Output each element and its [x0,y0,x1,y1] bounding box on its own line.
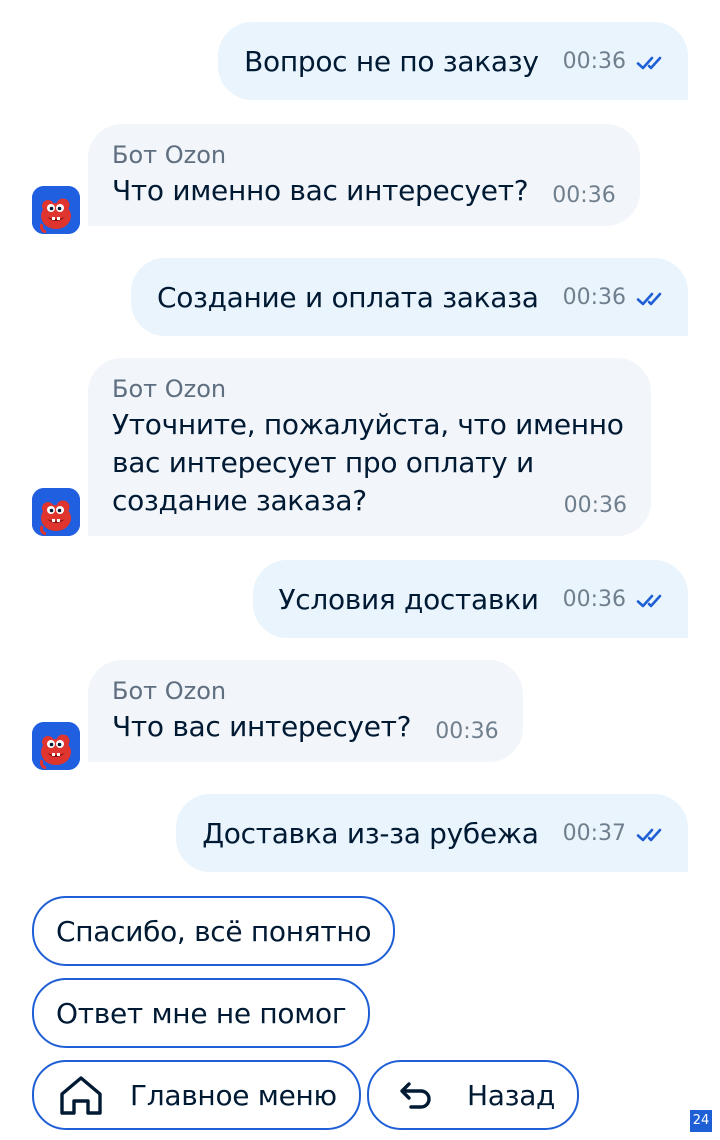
double-check-icon [636,827,664,843]
back-button[interactable]: Назад [367,1060,580,1130]
message-text: Условия доставки [278,582,539,616]
quick-reply-not-helped-button[interactable]: Ответ мне не помог [32,978,371,1048]
message-text: Уточните, пожалуйста, что именно вас инт… [112,408,624,517]
corner-badge: 24 [690,1110,712,1132]
bot-avatar-icon [32,488,80,536]
double-check-icon [636,55,664,71]
outgoing-message: Вопрос не по заказу 00:36 [218,22,688,100]
message-time: 00:36 [552,183,616,208]
sender-name: Бот Ozon [112,375,227,403]
incoming-message: Бот Ozon Что вас интересует? 00:36 [88,660,523,762]
button-label: Ответ мне не помог [56,996,347,1030]
double-check-icon [636,291,664,307]
message-time: 00:37 [562,820,626,846]
outgoing-message: Доставка из-за рубежа 00:37 [176,794,688,872]
outgoing-message: Условия доставки 00:36 [252,560,688,638]
sender-name: Бот Ozon [112,141,227,169]
incoming-message: Бот Ozon Уточните, пожалуйста, что именн… [88,358,652,536]
incoming-message: Бот Ozon Что именно вас интересует? 00:3… [88,124,640,226]
message-time: 00:36 [562,284,626,310]
double-check-icon [636,593,664,609]
message-time: 00:36 [562,48,626,74]
home-icon [58,1074,104,1116]
message-time: 00:36 [435,719,499,744]
bot-avatar-icon [32,186,80,234]
button-label: Главное меню [130,1078,337,1112]
bot-avatar-icon [32,722,80,770]
message-text: Создание и оплата заказа [156,280,539,314]
message-text: Что именно вас интересует? [112,174,529,207]
outgoing-message: Создание и оплата заказа 00:36 [130,258,688,336]
sender-name: Бот Ozon [112,677,227,705]
message-time: 00:36 [562,586,626,612]
back-arrow-icon [399,1080,433,1110]
button-label: Спасибо, всё понятно [56,914,372,948]
message-text: Что вас интересует? [112,710,412,743]
message-time: 00:36 [563,493,628,518]
message-text: Вопрос не по заказу [244,44,539,78]
message-text: Доставка из-за рубежа [202,816,539,850]
quick-reply-thanks-button[interactable]: Спасибо, всё понятно [32,896,396,966]
main-menu-button[interactable]: Главное меню [32,1060,361,1130]
button-label: Назад [467,1078,556,1112]
